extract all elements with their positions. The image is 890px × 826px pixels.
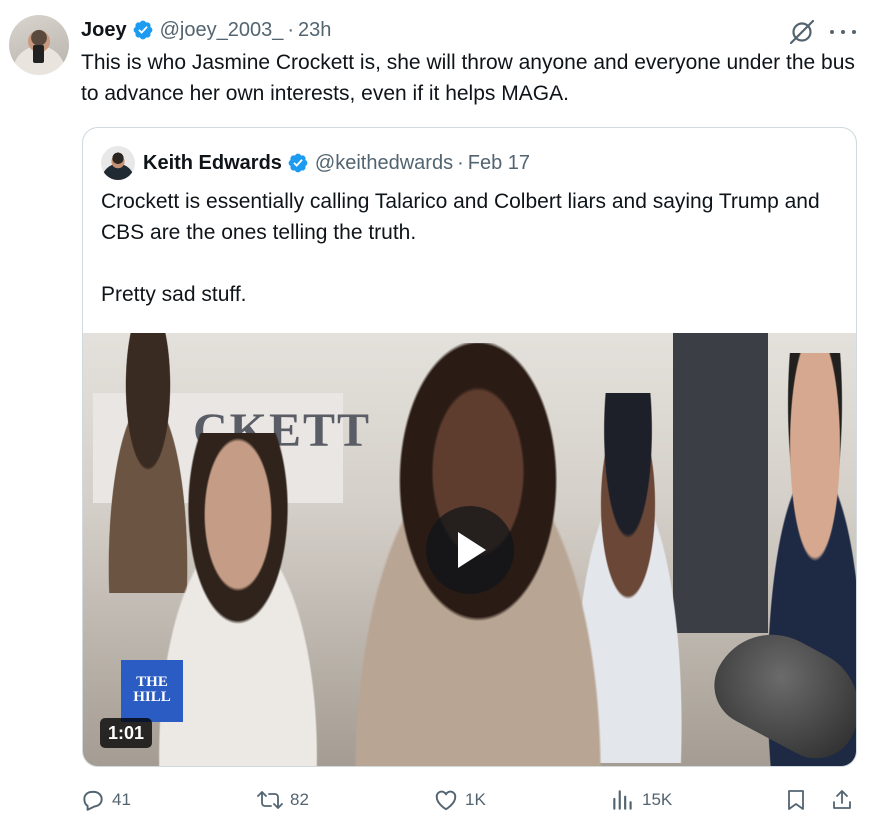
- reply-button[interactable]: 41: [80, 785, 131, 815]
- view-count: 15K: [642, 790, 673, 809]
- reply-count: 41: [112, 790, 131, 809]
- tweet-timestamp[interactable]: 23h: [298, 19, 331, 42]
- quoted-author-handle[interactable]: @keithedwards: [315, 152, 453, 175]
- quoted-header-separator: ·: [457, 151, 464, 174]
- action-bar: 41 82 1K 15K: [0, 785, 890, 815]
- logo-line: THE: [136, 674, 168, 690]
- retweet-count: 82: [290, 790, 309, 809]
- quoted-author-avatar[interactable]: [101, 146, 135, 180]
- quoted-tweet-text: Crockett is essentially calling Talarico…: [101, 186, 841, 310]
- author-name[interactable]: Joey: [81, 19, 127, 42]
- verified-badge-icon: [133, 20, 152, 40]
- tweet-text: This is who Jasmine Crockett is, she wil…: [81, 51, 855, 105]
- the-hill-logo: THE HILL: [121, 660, 183, 722]
- quoted-paragraph-spacer: [101, 248, 841, 279]
- like-count: 1K: [465, 790, 486, 809]
- author-avatar[interactable]: [9, 15, 69, 75]
- retweet-icon: [257, 791, 283, 809]
- bookmark-button[interactable]: [784, 785, 814, 815]
- play-icon: [458, 532, 486, 568]
- grok-icon[interactable]: [788, 18, 816, 46]
- reply-icon: [83, 790, 103, 811]
- like-button[interactable]: 1K: [433, 785, 486, 815]
- verified-badge-icon: [288, 153, 308, 173]
- tweet-header: Joey @joey_2003_ · 23h: [81, 15, 331, 45]
- play-button[interactable]: [426, 506, 514, 594]
- like-icon: [435, 790, 457, 811]
- quoted-tweet-timestamp[interactable]: Feb 17: [468, 152, 530, 175]
- quoted-tweet[interactable]: Keith Edwards @keithedwards · Feb 17 Cro…: [82, 127, 857, 767]
- header-separator: ·: [287, 18, 294, 41]
- views-icon: [613, 790, 632, 810]
- quoted-paragraph: Crockett is essentially calling Talarico…: [101, 190, 820, 244]
- quoted-author-name[interactable]: Keith Edwards: [143, 152, 282, 175]
- logo-line: HILL: [133, 689, 171, 705]
- share-icon: [833, 790, 851, 809]
- views-button[interactable]: 15K: [610, 785, 672, 815]
- retweet-button[interactable]: 82: [256, 785, 309, 815]
- quoted-paragraph: Pretty sad stuff.: [101, 283, 247, 306]
- video-player[interactable]: CKETT THE HILL 1:01: [83, 333, 856, 766]
- bookmark-icon: [788, 790, 804, 810]
- quoted-tweet-header: Keith Edwards @keithedwards · Feb 17: [143, 148, 530, 178]
- more-icon[interactable]: [830, 20, 856, 44]
- share-button[interactable]: [830, 785, 860, 815]
- video-duration-badge: 1:01: [100, 718, 153, 748]
- author-handle[interactable]: @joey_2003_: [160, 19, 284, 42]
